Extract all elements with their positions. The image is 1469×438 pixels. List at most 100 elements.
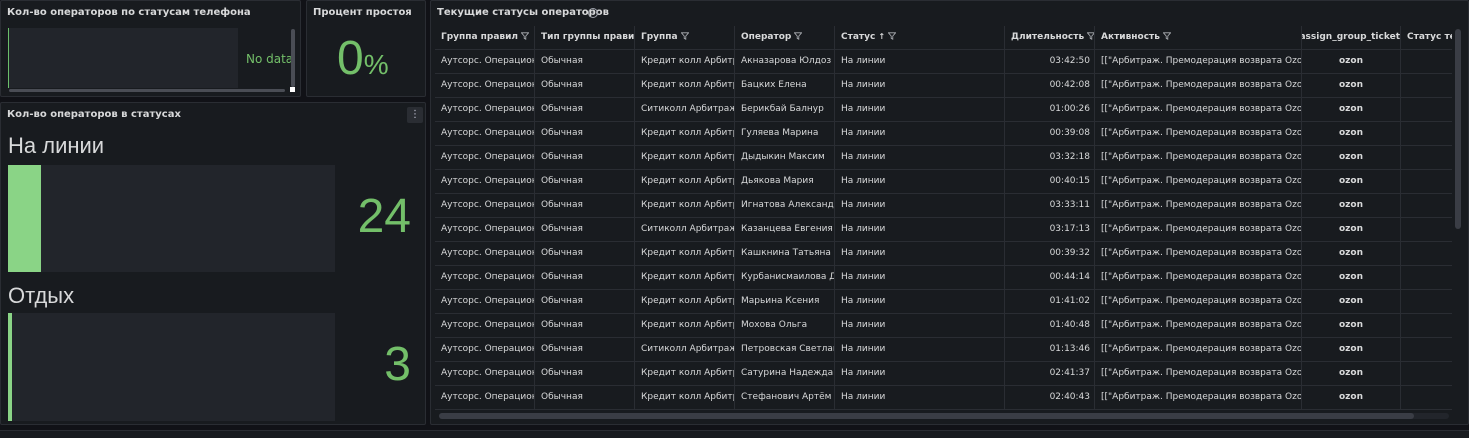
status-value-rest: 3 — [384, 338, 411, 391]
filter-icon[interactable] — [1160, 32, 1171, 42]
table-row[interactable]: Аутсорс. ОперационныйОбычнаяКредит колл … — [435, 289, 1452, 313]
table-cell: Аутсорс. Операционный — [435, 74, 535, 97]
table-cell: Кредит колл Арбитраж — [635, 314, 735, 337]
table-cell: Аутсорс. Операционный — [435, 98, 535, 121]
horizontal-scrollbar[interactable] — [439, 413, 1414, 419]
table-row[interactable]: Аутсорс. ОперационныйОбычнаяКредит колл … — [435, 49, 1452, 73]
table-cell: ozon — [1302, 122, 1401, 145]
table-cell — [1401, 146, 1452, 169]
bottom-panel-edge — [0, 430, 1469, 438]
table-row-partial — [435, 409, 1452, 410]
table-cell: ozon — [1302, 386, 1401, 409]
panel-title[interactable]: Текущие статусы операторов — [437, 7, 609, 18]
table-row[interactable]: Аутсорс. ОперационныйОбычнаяСитиколл Арб… — [435, 217, 1452, 241]
table-cell: Обычная — [535, 290, 635, 313]
panel-title[interactable]: Процент простоя — [313, 7, 412, 18]
filter-icon[interactable] — [885, 32, 897, 42]
resize-handle[interactable] — [290, 87, 295, 92]
table-row[interactable]: Аутсорс. ОперационныйОбычнаяКредит колл … — [435, 385, 1452, 409]
panel-menu-icon[interactable]: ⋮ — [407, 107, 423, 123]
table-row[interactable]: Аутсорс. ОперационныйОбычнаяКредит колл … — [435, 145, 1452, 169]
table-cell: Обычная — [535, 266, 635, 289]
chart-area — [8, 28, 238, 88]
table-cell — [1401, 194, 1452, 217]
panel-operator-table: Текущие статусы операторов i Группа прав… — [430, 0, 1469, 425]
table-cell: Марьина Ксения — [735, 290, 835, 313]
vertical-scrollbar[interactable] — [291, 29, 295, 87]
table-cell: ozon — [1302, 242, 1401, 265]
table-cell: Стефанович Артём — [735, 386, 835, 409]
no-data-label: No data — [246, 52, 294, 66]
column-header-label: Длительность — [1011, 32, 1085, 42]
table-cell: ozon — [1302, 218, 1401, 241]
filter-icon[interactable] — [518, 32, 530, 42]
horizontal-scrollbar[interactable] — [9, 89, 285, 92]
table-cell: Кредит колл Арбитраж — [635, 194, 735, 217]
column-header[interactable]: Тип группы правил — [535, 26, 635, 49]
table-cell: Бацких Елена — [735, 74, 835, 97]
table-cell: 00:42:08 — [1005, 74, 1095, 97]
table-cell: На линии — [835, 362, 1005, 385]
column-header[interactable]: assign_group_ticket — [1302, 26, 1401, 49]
panel-title[interactable]: Кол-во операторов по статусам телефона — [7, 7, 251, 18]
table-cell: ozon — [1302, 290, 1401, 313]
vertical-scrollbar[interactable] — [1455, 29, 1461, 229]
column-header[interactable]: Статус телефона — [1401, 26, 1452, 49]
table-cell: Аутсорс. Операционный — [435, 314, 535, 337]
table-cell — [1401, 122, 1452, 145]
table-cell: [["Арбитраж. Премодерация возврата Ozon — [1095, 218, 1302, 241]
table-cell — [1401, 218, 1452, 241]
table-cell: 01:40:48 — [1005, 314, 1095, 337]
table-row[interactable]: Аутсорс. ОперационныйОбычнаяКредит колл … — [435, 73, 1452, 97]
table-row[interactable]: Аутсорс. ОперационныйОбычнаяКредит колл … — [435, 313, 1452, 337]
table-cell: Кредит колл Арбитраж — [635, 242, 735, 265]
column-header[interactable]: Длительность — [1005, 26, 1095, 49]
table-cell: Кредит колл Арбитраж — [635, 50, 735, 73]
table-cell: [["Арбитраж. Премодерация возврата Ozon — [1095, 314, 1302, 337]
table-row[interactable]: Аутсорс. ОперационныйОбычнаяКредит колл … — [435, 241, 1452, 265]
column-header[interactable]: Группа — [635, 26, 735, 49]
table-cell: Сатурина Надежда — [735, 362, 835, 385]
table-cell: Обычная — [535, 362, 635, 385]
panel-title[interactable]: Кол-во операторов в статусах — [7, 109, 181, 120]
column-header[interactable]: Группа правил — [435, 26, 535, 49]
table-row[interactable]: Аутсорс. ОперационныйОбычнаяСитиколл Арб… — [435, 97, 1452, 121]
table-cell: 03:42:50 — [1005, 50, 1095, 73]
info-icon[interactable]: i — [588, 8, 598, 18]
table-cell: На линии — [835, 170, 1005, 193]
filter-icon[interactable] — [678, 32, 689, 42]
table-cell: На линии — [835, 50, 1005, 73]
table-row[interactable]: Аутсорс. ОперационныйОбычнаяКредит колл … — [435, 193, 1452, 217]
table-row[interactable]: Аутсорс. ОперационныйОбычнаяКредит колл … — [435, 265, 1452, 289]
table-cell: Дыдыкин Максим — [735, 146, 835, 169]
table-cell: [["Арбитраж. Премодерация возврата Ozon — [1095, 74, 1302, 97]
column-header[interactable]: Активность — [1095, 26, 1302, 49]
table-cell: Ситиколл Арбитраж — [635, 218, 735, 241]
column-header[interactable]: Оператор — [735, 26, 835, 49]
table-row[interactable]: Аутсорс. ОперационныйОбычнаяКредит колл … — [435, 169, 1452, 193]
table-cell: Обычная — [535, 314, 635, 337]
table-cell: Обычная — [535, 242, 635, 265]
table-row[interactable]: Аутсорс. ОперационныйОбычнаяСитиколл Арб… — [435, 337, 1452, 361]
table-cell: Аутсорс. Операционный — [435, 266, 535, 289]
table-header: Группа правил Тип группы правил Группа Опер… — [435, 26, 1452, 49]
table-cell: Аутсорс. Операционный — [435, 290, 535, 313]
column-header[interactable]: Статус ↑ — [835, 26, 1005, 49]
table-cell — [1401, 50, 1452, 73]
table-cell: Аутсорс. Операционный — [435, 386, 535, 409]
table-cell: ozon — [1302, 98, 1401, 121]
table-row[interactable]: Аутсорс. ОперационныйОбычнаяКредит колл … — [435, 361, 1452, 385]
table-cell — [1401, 362, 1452, 385]
table-cell: Обычная — [535, 122, 635, 145]
table-cell: [["Арбитраж. Премодерация возврата Ozon — [1095, 266, 1302, 289]
table-cell: Аутсорс. Операционный — [435, 194, 535, 217]
panel-idle-percent: Процент простоя 0% — [306, 0, 426, 97]
table-row[interactable]: Аутсорс. ОперационныйОбычнаяКредит колл … — [435, 121, 1452, 145]
table-cell: Аутсорс. Операционный — [435, 218, 535, 241]
filter-icon[interactable] — [791, 32, 803, 42]
filter-icon[interactable] — [1084, 32, 1094, 42]
table-cell: 00:39:08 — [1005, 122, 1095, 145]
table-cell: ozon — [1302, 50, 1401, 73]
sort-ascending-icon[interactable]: ↑ — [878, 32, 885, 41]
table-cell: На линии — [835, 98, 1005, 121]
